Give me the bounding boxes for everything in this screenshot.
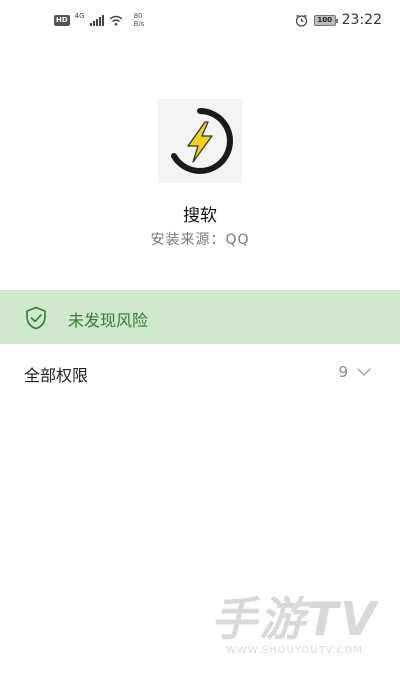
install-source-value: QQ <box>225 232 250 248</box>
all-permissions-row[interactable]: 全部权限 9 <box>0 345 400 399</box>
alarm-icon <box>295 14 307 27</box>
battery-level: 100 <box>317 15 332 24</box>
status-bar-left: HD 4G 80 B/s <box>54 12 144 28</box>
network-speed-unit: B/s <box>133 20 145 28</box>
install-source-separator: ： <box>210 232 226 248</box>
watermark-logo: 手游TV <box>211 592 378 646</box>
status-bar: HD 4G 80 B/s 100 23:22 <box>0 0 400 40</box>
app-name: 搜软 <box>183 206 217 226</box>
permissions-count: 9 <box>338 363 348 381</box>
network-speed: 80 B/s <box>134 12 145 28</box>
install-source: 安装来源：QQ <box>0 229 400 249</box>
status-bar-right: 100 23:22 <box>295 12 382 28</box>
hd-badge: HD <box>54 14 70 26</box>
watermark: 手游TV WWW.SHOUYOUTV.COM <box>211 583 378 656</box>
network-speed-value: 80 <box>133 12 143 20</box>
all-permissions-label: 全部权限 <box>24 366 89 385</box>
battery-icon: 100 <box>313 14 338 26</box>
chevron-down-icon[interactable] <box>356 367 372 377</box>
signal-icon <box>89 14 104 26</box>
wifi-icon <box>109 15 123 26</box>
app-icon <box>158 99 242 183</box>
shield-check-icon <box>26 306 46 330</box>
clock-time: 23:22 <box>341 12 382 28</box>
install-source-label: 安装来源 <box>150 232 211 248</box>
network-type-label: 4G <box>74 12 85 20</box>
lightning-bolt-icon <box>171 108 233 174</box>
risk-status-banner: 未发现风险 <box>0 290 400 344</box>
watermark-url: WWW.SHOUYOUTV.COM <box>226 645 363 656</box>
risk-status-text: 未发现风险 <box>68 311 149 330</box>
